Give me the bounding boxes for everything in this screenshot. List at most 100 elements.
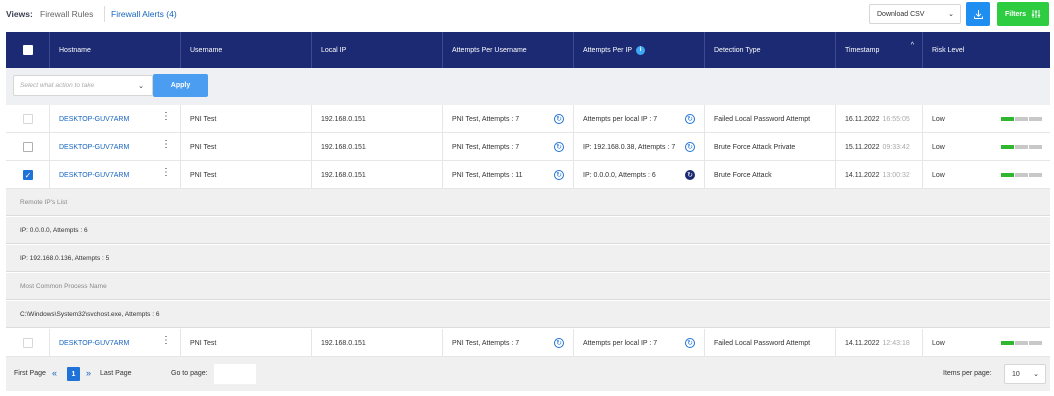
remote-ip-item: IP: 192.168.0.136, Attempts : 5 <box>6 245 1050 272</box>
risk-level-label: Low <box>932 143 945 151</box>
hostname-link[interactable]: DESKTOP-GUV7ARM <box>59 144 129 151</box>
select-all-checkbox[interactable] <box>23 45 33 55</box>
current-page-button[interactable]: 1 <box>67 367 80 381</box>
pagination-bar: First Page « 1 » Last Page Go to page: I… <box>6 357 1050 391</box>
detection-type-cell: Failed Local Password Attempt <box>705 329 836 357</box>
next-page-icon[interactable]: » <box>86 368 91 378</box>
table-row[interactable]: ✓ DESKTOP-GUV7ARM ⋮ PNI Test 192.168.0.1… <box>6 161 1050 189</box>
risk-level-cell: Low <box>923 133 1050 161</box>
attempts-per-ip-cell: IP: 192.168.0.38, Attempts : 7 ↻ <box>574 133 705 161</box>
risk-level-bar <box>1001 145 1042 149</box>
row-checkbox-cell <box>6 105 50 133</box>
download-format-select[interactable]: Download CSV ⌄ <box>869 4 961 24</box>
hostname-cell: DESKTOP-GUV7ARM ⋮ <box>50 133 181 161</box>
expand-icon[interactable]: ↻ <box>685 114 695 124</box>
process-name-heading: Most Common Process Name <box>6 273 1050 300</box>
go-to-page-label: Go to page: <box>171 370 208 377</box>
hostname-link[interactable]: DESKTOP-GUV7ARM <box>59 340 129 347</box>
column-header-attempts-per-username[interactable]: Attempts Per Username <box>443 32 574 68</box>
expand-icon[interactable]: ↻ <box>685 142 695 152</box>
table-row[interactable]: DESKTOP-GUV7ARM ⋮ PNI Test 192.168.0.151… <box>6 105 1050 133</box>
more-options-icon[interactable]: ⋮ <box>161 168 171 178</box>
column-header-attempts-per-ip[interactable]: Attempts Per IP i <box>574 32 705 68</box>
username-cell: PNI Test <box>181 105 312 133</box>
row-checkbox[interactable] <box>23 338 33 348</box>
items-per-page-label: Items per page: <box>943 370 992 377</box>
column-header-timestamp[interactable]: Timestamp ^ <box>836 32 923 68</box>
bulk-action-select[interactable]: Select what action to take ⌄ <box>13 75 153 96</box>
view-firewall-rules[interactable]: Firewall Rules <box>40 9 93 19</box>
filters-button[interactable]: Filters <box>997 2 1049 26</box>
column-header-timestamp-label: Timestamp <box>845 46 880 54</box>
risk-level-bar <box>1001 117 1042 121</box>
info-icon[interactable]: i <box>636 45 646 55</box>
items-per-page-value: 10 <box>1012 370 1020 378</box>
view-firewall-alerts[interactable]: Firewall Alerts (4) <box>111 9 177 19</box>
table-row[interactable]: DESKTOP-GUV7ARM ⋮ PNI Test 192.168.0.151… <box>6 133 1050 161</box>
timestamp-date: 15.11.2022 <box>845 143 880 151</box>
table-header: Hostname Username Local IP Attempts Per … <box>6 32 1050 68</box>
remote-ip-item: IP: 0.0.0.0, Attempts : 6 <box>6 217 1050 244</box>
local-ip-cell: 192.168.0.151 <box>312 161 443 189</box>
last-page-link[interactable]: Last Page <box>100 370 132 377</box>
views-label: Views: <box>6 9 33 19</box>
sliders-icon <box>1031 10 1041 18</box>
column-header-hostname[interactable]: Hostname <box>50 32 181 68</box>
download-format-value: Download CSV <box>877 10 925 18</box>
detection-type-cell: Brute Force Attack Private <box>705 133 836 161</box>
expand-icon[interactable]: ↻ <box>554 142 564 152</box>
sort-ascending-icon[interactable]: ^ <box>911 42 914 49</box>
attempts-per-ip-cell: IP: 0.0.0.0, Attempts : 6 ↻ <box>574 161 705 189</box>
username-cell: PNI Test <box>181 161 312 189</box>
hostname-link[interactable]: DESKTOP-GUV7ARM <box>59 172 129 179</box>
column-header-risk-level[interactable]: Risk Level <box>923 32 1050 68</box>
local-ip-cell: 192.168.0.151 <box>312 329 443 357</box>
attempts-per-username-cell: PNI Test, Attempts : 7 ↻ <box>443 133 574 161</box>
expand-icon[interactable]: ↻ <box>554 338 564 348</box>
column-header-local-ip[interactable]: Local IP <box>312 32 443 68</box>
collapse-icon[interactable]: ↻ <box>685 170 695 180</box>
column-header-detection-type[interactable]: Detection Type <box>705 32 836 68</box>
more-options-icon[interactable]: ⋮ <box>161 112 171 122</box>
row-checkbox[interactable] <box>23 142 33 152</box>
risk-level-label: Low <box>932 339 945 347</box>
expand-icon[interactable]: ↻ <box>554 114 564 124</box>
timestamp-date: 14.11.2022 <box>845 171 880 179</box>
process-name-item: C:\Windows\System32\svchost.exe, Attempt… <box>6 301 1050 328</box>
timestamp-cell: 16.11.2022 16:55:05 <box>836 105 923 133</box>
more-options-icon[interactable]: ⋮ <box>161 140 171 150</box>
filters-label: Filters <box>1004 10 1026 18</box>
risk-level-bar <box>1001 341 1042 345</box>
previous-page-icon[interactable]: « <box>52 368 57 378</box>
timestamp-date: 16.11.2022 <box>845 115 880 123</box>
row-checkbox[interactable] <box>23 114 33 124</box>
column-header-username[interactable]: Username <box>181 32 312 68</box>
row-checkbox-cell: ✓ <box>6 161 50 189</box>
attempts-per-username-value: PNI Test, Attempts : 7 <box>452 143 520 151</box>
hostname-link[interactable]: DESKTOP-GUV7ARM <box>59 116 129 123</box>
chevron-down-icon: ⌄ <box>138 83 144 90</box>
attempts-per-username-value: PNI Test, Attempts : 11 <box>452 171 523 179</box>
table-row[interactable]: DESKTOP-GUV7ARM ⋮ PNI Test 192.168.0.151… <box>6 329 1050 357</box>
expand-icon[interactable]: ↻ <box>554 170 564 180</box>
apply-button[interactable]: Apply <box>153 74 208 97</box>
hostname-cell: DESKTOP-GUV7ARM ⋮ <box>50 161 181 189</box>
download-button[interactable] <box>966 2 990 26</box>
attempts-per-ip-value: IP: 192.168.0.38, Attempts : 7 <box>583 143 676 151</box>
row-checkbox-checked[interactable]: ✓ <box>23 170 33 180</box>
attempts-per-ip-value: Attempts per local IP : 7 <box>583 339 658 347</box>
go-to-page-input[interactable] <box>214 364 256 384</box>
timestamp-cell: 14.11.2022 12:43:18 <box>836 329 923 357</box>
detection-type-cell: Failed Local Password Attempt <box>705 105 836 133</box>
expand-icon[interactable]: ↻ <box>685 338 695 348</box>
header-select-all-cell <box>6 32 50 68</box>
local-ip-cell: 192.168.0.151 <box>312 105 443 133</box>
risk-level-cell: Low <box>923 105 1050 133</box>
hostname-cell: DESKTOP-GUV7ARM ⋮ <box>50 105 181 133</box>
download-icon <box>973 9 983 19</box>
timestamp-time: 12:43:18 <box>882 339 910 347</box>
more-options-icon[interactable]: ⋮ <box>161 336 171 346</box>
items-per-page-select[interactable]: 10 ⌄ <box>1004 364 1046 384</box>
first-page-link[interactable]: First Page <box>14 370 46 377</box>
hostname-cell: DESKTOP-GUV7ARM ⋮ <box>50 329 181 357</box>
